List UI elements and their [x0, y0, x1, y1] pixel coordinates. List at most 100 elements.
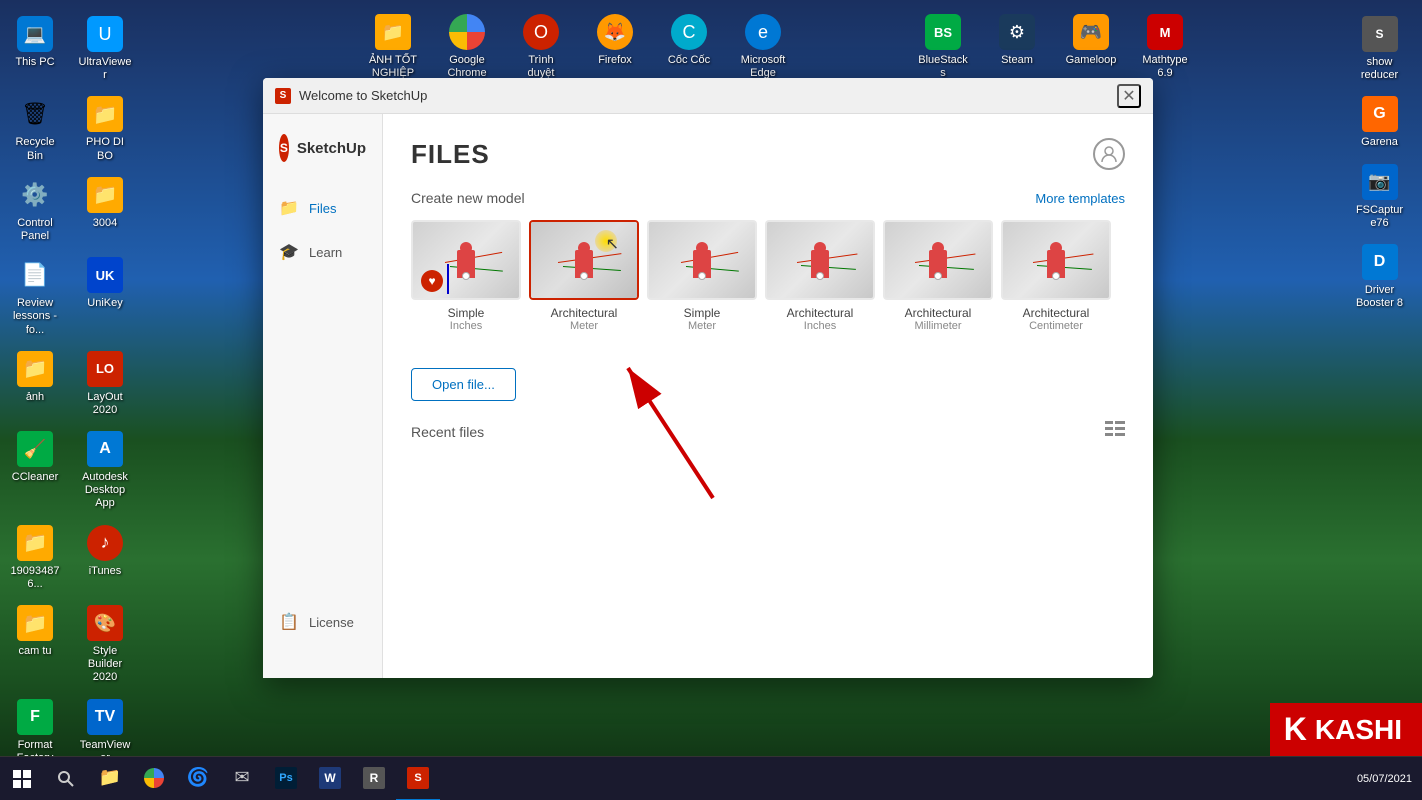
sidebar-item-files[interactable]: 📁 Files	[263, 186, 382, 230]
taskbar-app-photoshop[interactable]: Ps	[264, 757, 308, 800]
template-card-architectural-mm[interactable]: Architectural Millimeter	[883, 220, 993, 332]
style-builder-label: Style Builder 2020	[78, 645, 132, 685]
main-header: FILES	[411, 138, 1125, 170]
desktop-icon-3004[interactable]: 📁 3004	[70, 171, 140, 249]
gameloop-label: Gameloop	[1066, 54, 1117, 67]
kashi-name: KASHI	[1315, 714, 1402, 746]
taskbar-app-word[interactable]: W	[308, 757, 352, 800]
ccleaner-label: CCleaner	[12, 471, 58, 484]
review-lessons-label: Review lessons - fo...	[8, 297, 62, 337]
desktop-icon-bluestacks[interactable]: BS BlueStacks	[908, 8, 978, 86]
desktop-icon-ultraviewer[interactable]: U UltraViewer	[70, 10, 140, 88]
desktop-icon-style-builder[interactable]: 🎨 Style Builder 2020	[70, 599, 140, 691]
desktop-icon-unikey[interactable]: UK UniKey	[70, 251, 140, 343]
more-templates-link[interactable]: More templates	[1035, 191, 1125, 206]
template-thumb-architectural-inches	[765, 220, 875, 300]
desktop-icon-show-reducer[interactable]: S show reducer	[1347, 10, 1412, 88]
favorite-heart-icon: ♥	[421, 270, 443, 292]
taskbar-search-button[interactable]	[44, 757, 88, 800]
desktop-icon-itunes[interactable]: ♪ iTunes	[70, 519, 140, 597]
sidebar-license-label: License	[309, 615, 354, 630]
desktop-icon-steam[interactable]: ⚙ Steam	[982, 8, 1052, 86]
template-unit-0: Inches	[450, 320, 482, 332]
license-nav-icon: 📋	[279, 612, 299, 632]
taskbar-app-mail[interactable]: ✉	[220, 757, 264, 800]
taskbar-start-button[interactable]	[0, 757, 44, 800]
sketchup-dialog: S Welcome to SketchUp ✕ S SketchUp 📁 Fil…	[263, 78, 1153, 678]
sidebar-logo: S SketchUp	[263, 134, 382, 186]
template-unit-2: Meter	[688, 320, 716, 332]
driver-booster-icon: D	[1362, 244, 1398, 280]
ultraviewer-icon: U	[87, 16, 123, 52]
desktop-icon-fscapture[interactable]: 📷 FSCapture76	[1347, 158, 1412, 236]
create-new-label: Create new model	[411, 190, 525, 206]
desktop-icon-garena[interactable]: G Garena	[1347, 90, 1412, 155]
taskbar-app-chrome[interactable]	[132, 757, 176, 800]
taskbar-time: 05/07/2021	[1357, 773, 1412, 785]
taskbar-app-edge[interactable]: 🌀	[176, 757, 220, 800]
template-card-architectural-cm[interactable]: Architectural Centimeter	[1001, 220, 1111, 332]
desktop-icons-right: S show reducer G Garena 📷 FSCapture76 D …	[1342, 0, 1422, 328]
taskbar-app-revit[interactable]: R	[352, 757, 396, 800]
mathtype-label: Mathtype 6.9	[1138, 54, 1192, 80]
driver-booster-label: Driver Booster 8	[1355, 284, 1404, 310]
desktop-icon-ccleaner[interactable]: 🧹 CCleaner	[0, 425, 70, 517]
sidebar-item-learn[interactable]: 🎓 Learn	[263, 230, 382, 274]
teamviewer-icon: TV	[87, 699, 123, 735]
template-name-4: Architectural	[905, 306, 972, 320]
create-new-header: Create new model More templates	[411, 190, 1125, 206]
cam-tu-label: cam tu	[18, 645, 51, 658]
desktop-icon-190934876[interactable]: 📁 190934876...	[0, 519, 70, 597]
desktop-icon-this-pc[interactable]: 💻 This PC	[0, 10, 70, 88]
sidebar-files-label: Files	[309, 201, 336, 216]
desktop-icon-anh[interactable]: 📁 ảnh	[0, 345, 70, 423]
sidebar-learn-label: Learn	[309, 245, 342, 260]
recent-files-label: Recent files	[411, 424, 484, 440]
taskbar-app-file-explorer[interactable]: 📁	[88, 757, 132, 800]
desktop: 💻 This PC U UltraViewer 🗑 Recycle Bin 📁 …	[0, 0, 1422, 800]
taskbar: 📁 🌀 ✉ Ps W R S 05/07	[0, 756, 1422, 800]
desktop-icon-driver-booster[interactable]: D Driver Booster 8	[1347, 238, 1412, 316]
taskbar-app-sketchup[interactable]: S	[396, 757, 440, 800]
recycle-bin-icon: 🗑	[17, 96, 53, 132]
thumb-dot	[462, 272, 470, 280]
desktop-icon-gameloop[interactable]: 🎮 Gameloop	[1056, 8, 1126, 86]
taskbar-tray: 05/07/2021	[1347, 773, 1422, 785]
user-avatar-button[interactable]	[1093, 138, 1125, 170]
layout-label: LayOut 2020	[78, 391, 132, 417]
template-name-2: Simple	[684, 306, 721, 320]
cursor-icon: ↖	[606, 234, 619, 254]
desktop-icon-pho-di-bo[interactable]: 📁 PHO DI BO	[70, 90, 140, 168]
firefox-icon: 🦊	[597, 14, 633, 50]
desktop-icon-layout[interactable]: LO LayOut 2020	[70, 345, 140, 423]
sidebar-nav: 📁 Files 🎓 Learn	[263, 186, 382, 586]
thumb-dot-4	[816, 272, 824, 280]
thumb-dot-5	[934, 272, 942, 280]
desktop-icon-cam-tu[interactable]: 📁 cam tu	[0, 599, 70, 691]
dialog-close-button[interactable]: ✕	[1117, 84, 1141, 108]
sidebar-item-license[interactable]: 📋 License	[279, 602, 366, 642]
template-name-0: Simple	[448, 306, 485, 320]
coc-coc-icon: C	[671, 14, 707, 50]
template-thumb-architectural-meter: ↖	[529, 220, 639, 300]
create-new-section: Create new model More templates	[411, 190, 1125, 332]
bluestacks-icon: BS	[925, 14, 961, 50]
template-thumb-simple-inches: ♥	[411, 220, 521, 300]
desktop-icon-autodesk[interactable]: A Autodesk Desktop App	[70, 425, 140, 517]
dialog-sidebar: S SketchUp 📁 Files 🎓 Learn 📋	[263, 114, 383, 678]
files-nav-icon: 📁	[279, 198, 299, 218]
desktop-icon-mathtype[interactable]: M Mathtype 6.9	[1130, 8, 1200, 86]
google-chrome-icon	[449, 14, 485, 50]
list-view-toggle[interactable]	[1105, 421, 1125, 442]
show-reducer-icon: S	[1362, 16, 1398, 52]
desktop-icon-recycle-bin[interactable]: 🗑 Recycle Bin	[0, 90, 70, 168]
template-name-1: Architectural	[551, 306, 618, 320]
recent-files-header: Recent files	[411, 421, 1125, 442]
template-card-simple-inches[interactable]: ♥ Simple Inches	[411, 220, 521, 332]
desktop-icon-review-lessons[interactable]: 📄 Review lessons - fo...	[0, 251, 70, 343]
template-card-simple-meter[interactable]: Simple Meter	[647, 220, 757, 332]
template-card-architectural-meter[interactable]: ↖ Architectural Meter	[529, 220, 639, 332]
template-card-architectural-inches[interactable]: Architectural Inches	[765, 220, 875, 332]
open-file-button[interactable]: Open file...	[411, 368, 516, 401]
desktop-icon-control-panel[interactable]: ⚙️ Control Panel	[0, 171, 70, 249]
